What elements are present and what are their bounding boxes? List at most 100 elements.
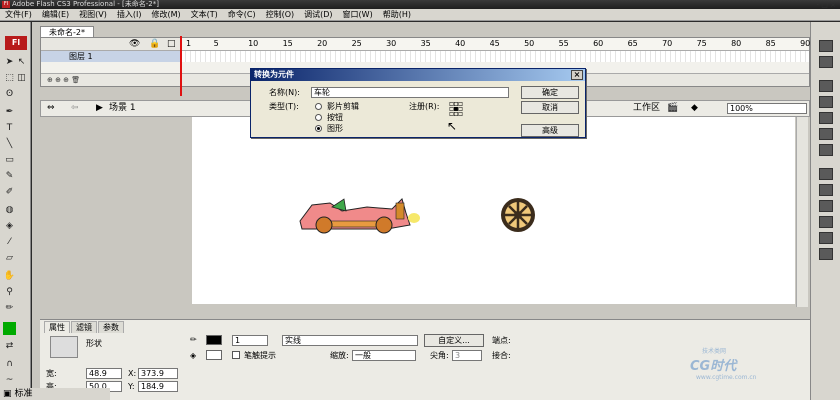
menu-file[interactable]: 文件(F): [0, 10, 37, 19]
type-label: 类型(T):: [269, 102, 299, 111]
paint-bucket-icon[interactable]: ◈: [3, 220, 16, 233]
advanced-button[interactable]: 高级: [521, 124, 579, 137]
timeline-toggle-icon[interactable]: ⇔: [47, 101, 55, 116]
watermark-top: 技术类网: [702, 348, 727, 355]
menu-modify[interactable]: 修改(M): [146, 10, 185, 19]
registration-grid-icon[interactable]: ▫▫▫ ▫▪▫ ▫▫▫: [449, 100, 465, 118]
snap-magnet-icon[interactable]: ∩: [3, 358, 16, 371]
type-button-radio[interactable]: [315, 114, 322, 121]
menu-help[interactable]: 帮助(H): [378, 10, 416, 19]
menu-view[interactable]: 视图(V): [74, 10, 112, 19]
zoom-tool-icon[interactable]: ⚲: [3, 286, 16, 299]
tab-filters[interactable]: 滤镜: [71, 321, 97, 333]
ok-button[interactable]: 确定: [521, 86, 579, 99]
eye-icon[interactable]: 👁: [129, 39, 140, 49]
eyedropper-icon[interactable]: ⁄: [3, 236, 16, 249]
gradient-transform-icon[interactable]: ◫: [15, 72, 28, 85]
custom-button[interactable]: 自定义...: [424, 334, 484, 347]
wheel-graphic[interactable]: [501, 198, 535, 232]
pen-tool-icon[interactable]: ✒: [3, 106, 16, 119]
outline-icon[interactable]: □: [167, 39, 176, 49]
stroke-color-icon[interactable]: ✏: [3, 302, 16, 315]
mouse-cursor-icon: ↖: [447, 119, 458, 133]
fill-color-icon[interactable]: [3, 322, 16, 335]
hand-tool-icon[interactable]: ✋: [3, 270, 16, 283]
symbol-name-input[interactable]: 车轮: [311, 87, 509, 98]
brush-tool-icon[interactable]: ✐: [3, 186, 16, 199]
menu-control[interactable]: 控制(O): [261, 10, 300, 19]
shape-label: 形状: [86, 339, 102, 348]
panel-info-icon[interactable]: [819, 96, 833, 108]
swap-colors-icon[interactable]: ⇄: [3, 340, 16, 353]
menu-debug[interactable]: 调试(D): [299, 10, 337, 19]
x-field[interactable]: 373.9: [138, 368, 178, 379]
watermark-url: www.cgtime.com.cn: [696, 374, 757, 381]
subselection-tool-icon[interactable]: ↖: [15, 56, 28, 69]
lasso-icon[interactable]: ʘ: [3, 88, 16, 101]
back-arrow-icon[interactable]: ⇦: [71, 101, 79, 116]
line-tool-icon[interactable]: ╲: [3, 138, 16, 151]
panel-behaviors-icon[interactable]: [819, 144, 833, 156]
frame-track[interactable]: [181, 51, 809, 62]
type-movieclip-radio[interactable]: [315, 103, 322, 110]
frame-ruler[interactable]: 1 5 10 15 20 25 30 35 40 45 50 55 60 65 70 75 80 85 90: [181, 38, 810, 51]
car-body[interactable]: [299, 198, 420, 234]
y-field[interactable]: 184.9: [138, 381, 178, 392]
panel-transform-icon[interactable]: [819, 112, 833, 124]
smooth-icon[interactable]: ~: [3, 374, 16, 387]
panel-library-icon[interactable]: [819, 184, 833, 196]
playhead[interactable]: [180, 36, 182, 96]
start-icon[interactable]: ▣: [0, 389, 15, 399]
ruler-tick: 55: [558, 39, 569, 48]
stroke-style-select[interactable]: 实线: [282, 335, 418, 346]
y-label: Y:: [128, 382, 135, 391]
flash-logo: Fl: [5, 36, 27, 50]
panel-swatches-icon[interactable]: [819, 56, 833, 68]
panel-movie-icon[interactable]: [819, 216, 833, 228]
miter-field[interactable]: 3: [452, 350, 482, 361]
stroke-width-field[interactable]: 1: [232, 335, 268, 346]
tab-properties[interactable]: 属性: [44, 321, 70, 333]
layer-row[interactable]: 图层 1: [41, 51, 181, 62]
tab-parameters[interactable]: 参数: [98, 321, 124, 333]
panel-components-icon[interactable]: [819, 168, 833, 180]
pencil-tool-icon[interactable]: ✎: [3, 170, 16, 183]
stroke-color-swatch[interactable]: [206, 335, 222, 345]
dialog-close-icon[interactable]: ×: [571, 70, 583, 80]
panel-align-icon[interactable]: [819, 80, 833, 92]
scale-select[interactable]: 一般: [352, 350, 416, 361]
type-graphic-radio[interactable]: [315, 125, 322, 132]
panel-output-icon[interactable]: [819, 232, 833, 244]
menu-window[interactable]: 窗口(W): [338, 10, 378, 19]
workspace-menu[interactable]: 工作区: [633, 101, 660, 116]
rectangle-tool-icon[interactable]: ▭: [3, 154, 16, 167]
panel-project-icon[interactable]: [819, 200, 833, 212]
stage[interactable]: [192, 117, 795, 304]
menu-text[interactable]: 文本(T): [186, 10, 223, 19]
fill-color-swatch[interactable]: [206, 350, 222, 360]
stage-vertical-scrollbar[interactable]: [796, 117, 808, 307]
zoom-select[interactable]: 100%: [727, 103, 807, 114]
panel-history-icon[interactable]: [819, 248, 833, 260]
scene-name: 场景 1: [109, 103, 136, 113]
lock-icon[interactable]: 🔒: [149, 39, 160, 49]
stage-artwork: [299, 198, 535, 234]
stroke-hint-checkbox[interactable]: [232, 351, 240, 359]
menu-insert[interactable]: 插入(I): [112, 10, 147, 19]
width-field[interactable]: 48.9: [86, 368, 122, 379]
ruler-tick: 50: [524, 39, 535, 48]
ruler-tick: 10: [248, 39, 259, 48]
eraser-icon[interactable]: ▱: [3, 252, 16, 265]
ruler-tick: 85: [765, 39, 776, 48]
panel-actions-icon[interactable]: [819, 128, 833, 140]
edit-scene-icon[interactable]: 🎬: [667, 101, 678, 116]
edit-symbol-icon[interactable]: ◆: [691, 101, 698, 116]
cancel-button[interactable]: 取消: [521, 101, 579, 114]
ruler-tick: 60: [593, 39, 604, 48]
text-tool-icon[interactable]: T: [3, 122, 16, 135]
menu-edit[interactable]: 编辑(E): [37, 10, 74, 19]
menu-commands[interactable]: 命令(C): [223, 10, 261, 19]
panel-color-icon[interactable]: [819, 40, 833, 52]
ruler-tick: 70: [662, 39, 673, 48]
ink-bottle-icon[interactable]: ◍: [3, 204, 16, 217]
